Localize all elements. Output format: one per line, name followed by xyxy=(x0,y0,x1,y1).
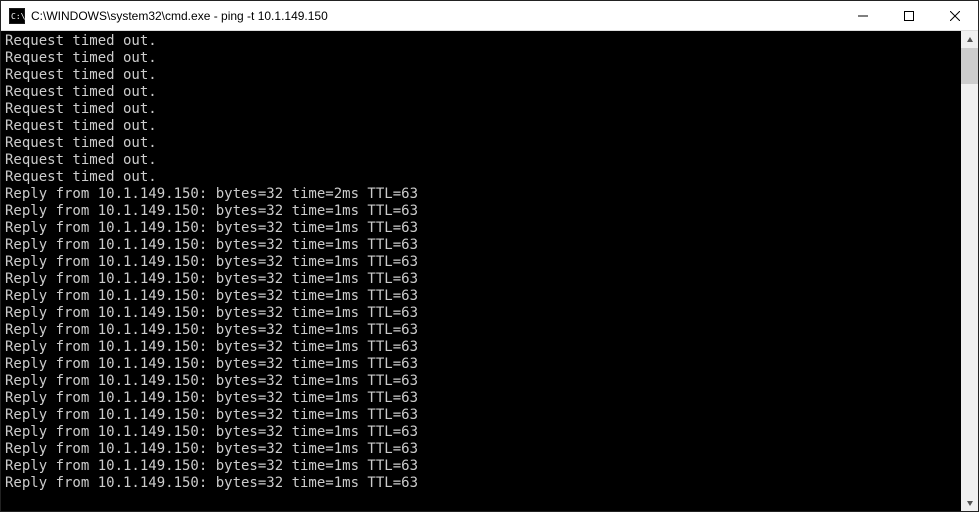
svg-text:C:\: C:\ xyxy=(11,12,25,21)
cmd-icon: C:\ xyxy=(9,8,25,24)
console-line: Request timed out. xyxy=(5,50,961,67)
console-line: Reply from 10.1.149.150: bytes=32 time=1… xyxy=(5,390,961,407)
titlebar[interactable]: C:\ C:\WINDOWS\system32\cmd.exe - ping -… xyxy=(1,1,978,31)
console-line: Request timed out. xyxy=(5,67,961,84)
vertical-scrollbar[interactable] xyxy=(961,31,978,511)
scroll-up-button[interactable] xyxy=(961,31,978,48)
console-line: Request timed out. xyxy=(5,33,961,50)
console-line: Reply from 10.1.149.150: bytes=32 time=1… xyxy=(5,305,961,322)
console-line: Request timed out. xyxy=(5,101,961,118)
console-line: Request timed out. xyxy=(5,135,961,152)
close-button[interactable] xyxy=(932,1,978,30)
window-controls xyxy=(840,1,978,30)
console-line: Reply from 10.1.149.150: bytes=32 time=1… xyxy=(5,288,961,305)
console-line: Reply from 10.1.149.150: bytes=32 time=1… xyxy=(5,220,961,237)
console-line: Reply from 10.1.149.150: bytes=32 time=1… xyxy=(5,407,961,424)
cmd-window: C:\ C:\WINDOWS\system32\cmd.exe - ping -… xyxy=(0,0,979,512)
maximize-button[interactable] xyxy=(886,1,932,30)
console-output[interactable]: Request timed out.Request timed out.Requ… xyxy=(1,31,961,511)
console-line: Reply from 10.1.149.150: bytes=32 time=1… xyxy=(5,441,961,458)
console-line: Reply from 10.1.149.150: bytes=32 time=2… xyxy=(5,186,961,203)
console-line: Request timed out. xyxy=(5,169,961,186)
console-line: Reply from 10.1.149.150: bytes=32 time=1… xyxy=(5,237,961,254)
scrollbar-thumb[interactable] xyxy=(961,48,978,84)
console-line: Reply from 10.1.149.150: bytes=32 time=1… xyxy=(5,424,961,441)
console-line: Reply from 10.1.149.150: bytes=32 time=1… xyxy=(5,254,961,271)
console-line: Reply from 10.1.149.150: bytes=32 time=1… xyxy=(5,356,961,373)
console-line: Reply from 10.1.149.150: bytes=32 time=1… xyxy=(5,203,961,220)
console-line: Request timed out. xyxy=(5,152,961,169)
console-line: Request timed out. xyxy=(5,84,961,101)
console-line: Reply from 10.1.149.150: bytes=32 time=1… xyxy=(5,322,961,339)
console-line: Reply from 10.1.149.150: bytes=32 time=1… xyxy=(5,373,961,390)
console-line: Reply from 10.1.149.150: bytes=32 time=1… xyxy=(5,458,961,475)
window-title: C:\WINDOWS\system32\cmd.exe - ping -t 10… xyxy=(31,9,840,23)
console-line: Reply from 10.1.149.150: bytes=32 time=1… xyxy=(5,271,961,288)
console-line: Reply from 10.1.149.150: bytes=32 time=1… xyxy=(5,475,961,492)
minimize-button[interactable] xyxy=(840,1,886,30)
console-area: Request timed out.Request timed out.Requ… xyxy=(1,31,978,511)
console-line: Reply from 10.1.149.150: bytes=32 time=1… xyxy=(5,339,961,356)
scroll-down-button[interactable] xyxy=(961,494,978,511)
console-line: Request timed out. xyxy=(5,118,961,135)
